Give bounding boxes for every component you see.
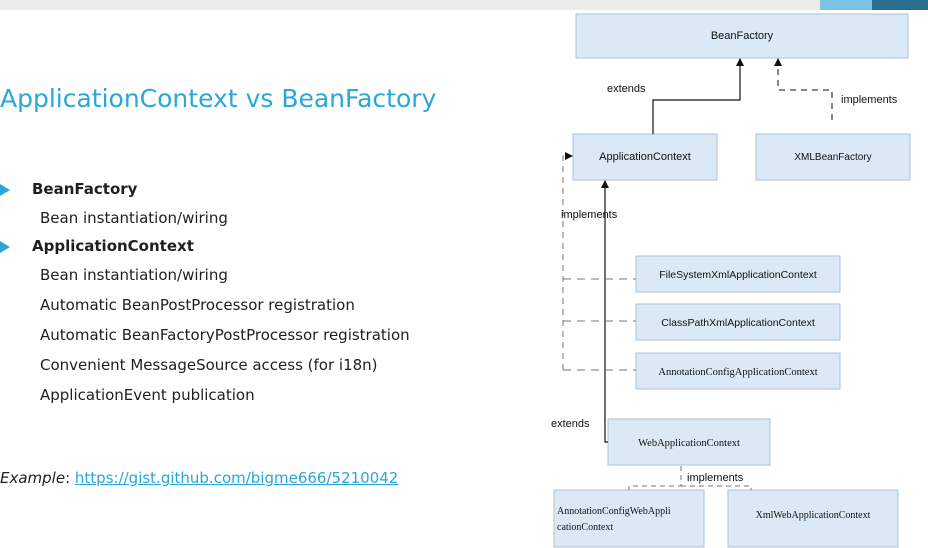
example-link[interactable]: https://gist.github.com/bigme666/5210042 bbox=[75, 469, 398, 487]
example-separator: : bbox=[65, 469, 75, 487]
bullet-subitem: Automatic BeanPostProcessor registration bbox=[40, 296, 355, 314]
box-annotationconfigweb-label-2: cationContext bbox=[557, 522, 613, 533]
bullet-subitem: Convenient MessageSource access (for i18… bbox=[40, 356, 378, 374]
bullet-subitem: Automatic BeanFactoryPostProcessor regis… bbox=[40, 326, 410, 344]
class-hierarchy-diagram: BeanFactory ApplicationContext XMLBeanFa… bbox=[551, 12, 928, 548]
accent-bar bbox=[820, 0, 928, 10]
label-extends-top: extends bbox=[607, 83, 646, 95]
bullet-heading: BeanFactory bbox=[32, 180, 138, 198]
slide-title: ApplicationContext vs BeanFactory bbox=[0, 84, 437, 113]
triangle-bullet-icon bbox=[0, 184, 10, 196]
connector-implements-xmlwebapplicationcontext bbox=[681, 485, 752, 490]
box-xmlbeanfactory-label: XMLBeanFactory bbox=[794, 152, 871, 163]
bullet-list: BeanFactory Bean instantiation/wiring Ap… bbox=[0, 176, 410, 410]
label-implements-bottom: implements bbox=[687, 472, 744, 484]
connector-implements-webapplicationcontext bbox=[628, 466, 682, 490]
box-annotationconfigweb bbox=[553, 489, 705, 548]
label-implements-top: implements bbox=[841, 94, 898, 106]
arrow-implements-applicationcontext bbox=[562, 152, 573, 370]
example-line: Example: https://gist.github.com/bigme66… bbox=[0, 469, 398, 487]
label-extends-bottom: extends bbox=[551, 418, 590, 430]
bullet-subitem: Bean instantiation/wiring bbox=[40, 209, 228, 227]
bullet-item-applicationcontext: ApplicationContext Bean instantiation/wi… bbox=[0, 233, 410, 410]
top-strip bbox=[0, 0, 928, 10]
bullet-item-beanfactory: BeanFactory Bean instantiation/wiring bbox=[0, 176, 410, 233]
arrow-extends-applicationcontext bbox=[652, 58, 744, 134]
box-annotationconfigweb-label-1: AnnotationConfigWebAppli bbox=[557, 506, 671, 517]
box-applicationcontext-label: ApplicationContext bbox=[599, 151, 691, 163]
arrow-implements-beanfactory bbox=[774, 58, 833, 120]
bullet-subitem: ApplicationEvent publication bbox=[40, 386, 255, 404]
box-annotationconfig-label: AnnotationConfigApplicationContext bbox=[658, 367, 817, 378]
box-classpathxml-label: ClassPathXmlApplicationContext bbox=[661, 317, 815, 329]
triangle-bullet-icon bbox=[0, 241, 10, 253]
label-implements-left: implements bbox=[561, 209, 618, 221]
example-label: Example bbox=[0, 469, 66, 487]
box-beanfactory-label: BeanFactory bbox=[711, 30, 774, 42]
bullet-heading: ApplicationContext bbox=[32, 237, 194, 255]
box-filesystemxml-label: FileSystemXmlApplicationContext bbox=[659, 269, 817, 281]
box-webapplicationcontext-label: WebApplicationContext bbox=[638, 438, 740, 449]
box-xmlwebapplicationcontext-label: XmlWebApplicationContext bbox=[756, 510, 871, 521]
bullet-subitem: Bean instantiation/wiring bbox=[40, 266, 228, 284]
